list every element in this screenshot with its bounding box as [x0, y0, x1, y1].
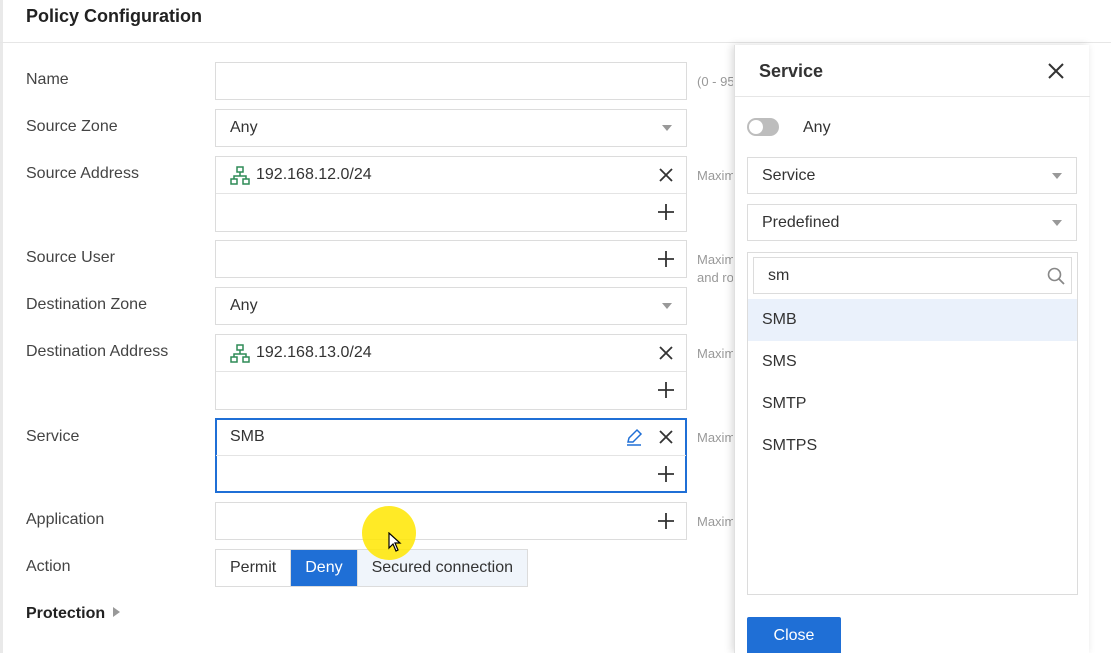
name-input[interactable] — [215, 62, 687, 100]
source-user-label: Source User — [26, 249, 115, 266]
destination-zone-select[interactable]: Any — [215, 287, 687, 325]
source-address-hint: Maxim — [697, 168, 733, 183]
service-panel: Service Any Service Predefined SMB SMS S… — [734, 45, 1090, 653]
name-label: Name — [26, 71, 69, 88]
protection-label: Protection — [26, 605, 106, 622]
service-entry: SMB — [216, 419, 686, 456]
network-icon — [230, 344, 250, 363]
service-option-smtps[interactable]: SMTPS — [748, 425, 1077, 467]
action-deny-button[interactable]: Deny — [291, 550, 358, 586]
chevron-down-icon — [662, 303, 672, 309]
source-user-hint-1: Maxim — [697, 252, 733, 267]
source-zone-value: Any — [230, 119, 258, 136]
remove-destination-address-icon[interactable] — [656, 343, 676, 363]
source-address-list: 192.168.12.0/24 — [215, 156, 687, 232]
application-label: Application — [26, 511, 105, 528]
destination-address-add-row — [216, 372, 686, 409]
action-permit-button[interactable]: Permit — [216, 550, 292, 586]
service-value: SMB — [230, 428, 265, 445]
source-address-add-row — [216, 194, 686, 231]
source-user-hint-2: and ro — [697, 270, 733, 285]
add-application-icon[interactable] — [656, 511, 676, 531]
name-hint: (0 - 95 — [697, 74, 733, 89]
destination-address-value: 192.168.13.0/24 — [256, 344, 372, 361]
service-options-list: SMB SMS SMTP SMTPS — [747, 252, 1078, 595]
source-user-list — [215, 240, 687, 278]
add-source-address-icon[interactable] — [656, 202, 676, 222]
source-address-entry: 192.168.12.0/24 — [216, 157, 686, 194]
destination-zone-label: Destination Zone — [26, 296, 147, 313]
service-category-value: Predefined — [762, 214, 840, 231]
panel-title: Service — [759, 61, 824, 81]
service-list: SMB — [215, 418, 687, 493]
page-header: Policy Configuration — [0, 0, 1111, 43]
service-type-select[interactable]: Service — [747, 157, 1077, 194]
service-category-select[interactable]: Predefined — [747, 204, 1077, 241]
source-address-label: Source Address — [26, 165, 139, 182]
add-destination-address-icon[interactable] — [656, 380, 676, 400]
service-option-sms[interactable]: SMS — [748, 341, 1077, 383]
destination-address-label: Destination Address — [26, 343, 169, 360]
action-label: Action — [26, 558, 71, 575]
application-list — [215, 502, 687, 540]
any-toggle-label: Any — [803, 119, 831, 136]
chevron-down-icon — [662, 125, 672, 131]
action-segmented-control: Permit Deny Secured connection — [215, 549, 529, 587]
service-option-smtp[interactable]: SMTP — [748, 383, 1077, 425]
source-address-value: 192.168.12.0/24 — [256, 166, 372, 183]
mouse-pointer-icon — [388, 532, 402, 552]
service-hint: Maxim — [697, 430, 733, 445]
protection-expander[interactable]: Protection — [26, 605, 121, 623]
chevron-right-icon — [113, 607, 121, 617]
toggle-knob — [749, 120, 763, 134]
edit-icon[interactable] — [624, 427, 644, 447]
chevron-down-icon — [1052, 173, 1062, 179]
destination-address-entry: 192.168.13.0/24 — [216, 335, 686, 372]
destination-zone-value: Any — [230, 297, 258, 314]
source-zone-select[interactable]: Any — [215, 109, 687, 147]
remove-service-icon[interactable] — [656, 427, 676, 447]
add-service-icon[interactable] — [656, 464, 676, 484]
source-zone-label: Source Zone — [26, 118, 118, 135]
add-source-user-icon[interactable] — [656, 249, 676, 269]
destination-address-hint: Maxim — [697, 346, 733, 361]
service-search-input[interactable] — [753, 257, 1072, 294]
application-hint: Maxim — [697, 514, 733, 529]
any-toggle[interactable] — [747, 118, 779, 136]
service-label: Service — [26, 428, 80, 445]
close-button[interactable]: Close — [747, 617, 841, 653]
network-icon — [230, 166, 250, 185]
page-title: Policy Configuration — [26, 6, 203, 26]
remove-source-address-icon[interactable] — [656, 165, 676, 185]
service-option-smb[interactable]: SMB — [748, 299, 1077, 341]
left-edge — [0, 0, 3, 653]
chevron-down-icon — [1052, 220, 1062, 226]
destination-address-list: 192.168.13.0/24 — [215, 334, 687, 410]
service-add-row — [216, 456, 686, 493]
close-icon[interactable] — [1046, 61, 1066, 81]
panel-header: Service — [735, 45, 1090, 97]
service-type-value: Service — [762, 167, 816, 184]
